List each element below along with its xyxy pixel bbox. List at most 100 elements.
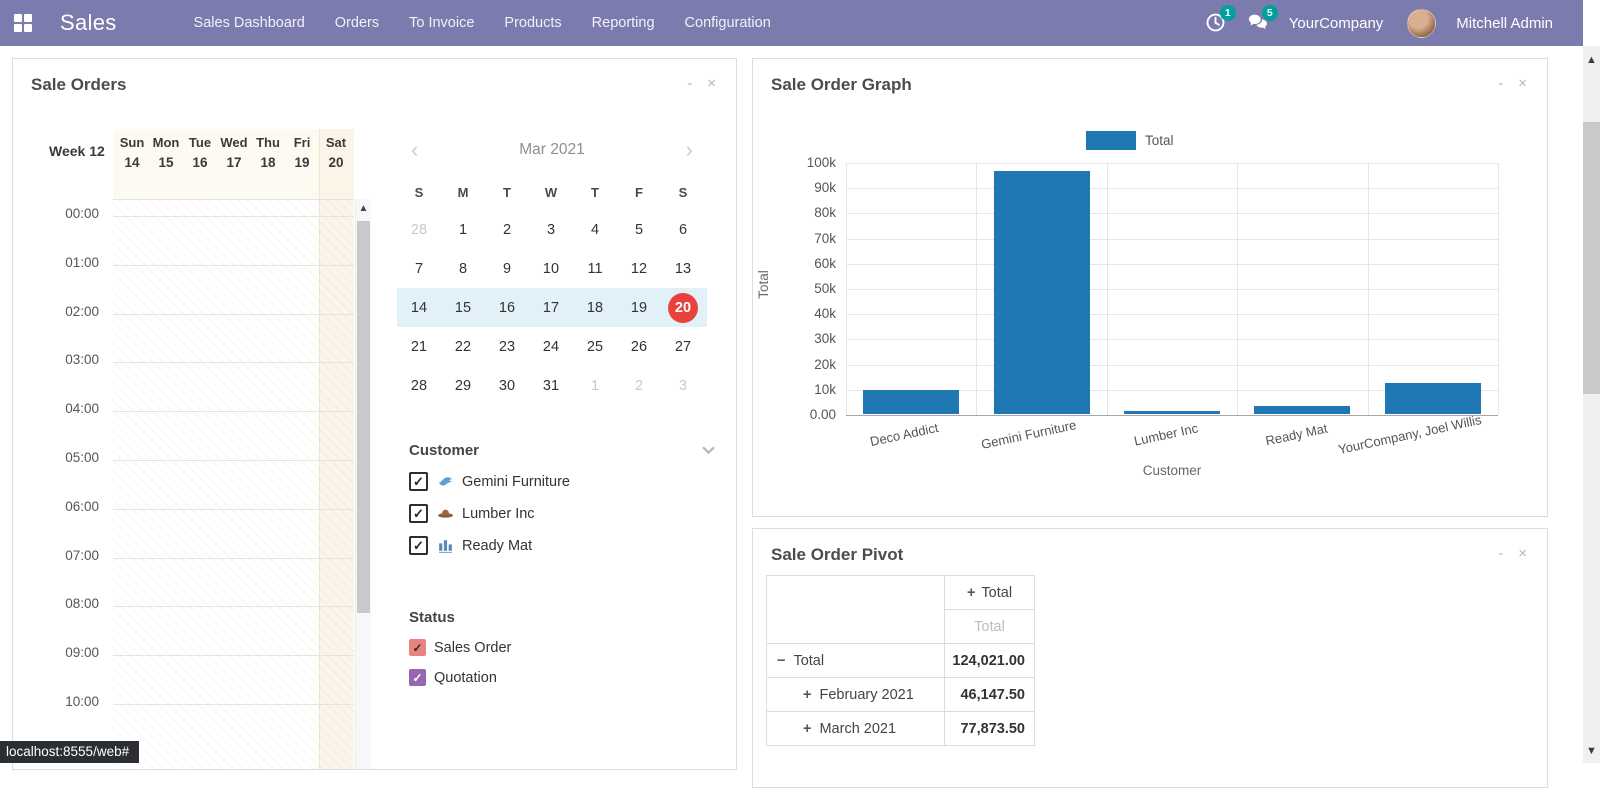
calendar-day-cell[interactable]: 27	[661, 339, 705, 355]
chevron-down-icon[interactable]	[702, 442, 715, 459]
week-day-header[interactable]: Mon15	[149, 135, 183, 170]
calendar-day-cell[interactable]: 2	[485, 222, 529, 238]
calendar-day-cell[interactable]: 30	[485, 378, 529, 394]
calendar-next-icon[interactable]: ›	[686, 140, 693, 160]
calendar-day-cell[interactable]: 18	[573, 300, 617, 316]
calendar-day-cell[interactable]: 16	[485, 300, 529, 316]
nav-menu-item[interactable]: Sales Dashboard	[179, 0, 320, 46]
nav-menu-item[interactable]: To Invoice	[394, 0, 489, 46]
chart-bar[interactable]	[863, 390, 959, 414]
checkbox-checked[interactable]	[409, 472, 428, 491]
scroll-up-icon[interactable]: ▲	[356, 203, 371, 214]
calendar-day-cell[interactable]: 5	[617, 222, 661, 238]
calendar-day-cell[interactable]: 31	[529, 378, 573, 394]
status-filter-item[interactable]: Sales Order	[409, 639, 719, 656]
chart-legend[interactable]: Total	[1086, 131, 1174, 150]
pivot-row-header[interactable]: +February 2021	[767, 678, 945, 712]
customer-filter-item[interactable]: Gemini Furniture	[409, 472, 719, 491]
close-icon[interactable]: ×	[1518, 547, 1527, 561]
checkbox-checked[interactable]	[409, 669, 426, 686]
category-separator	[1237, 163, 1238, 415]
calendar-day-cell[interactable]: 1	[573, 378, 617, 394]
nav-menu-item[interactable]: Products	[489, 0, 576, 46]
week-day-header[interactable]: Fri19	[285, 135, 319, 170]
calendar-day-cell[interactable]: 23	[485, 339, 529, 355]
user-avatar[interactable]	[1407, 9, 1436, 38]
page-scrollbar-thumb[interactable]	[1583, 122, 1600, 394]
checkbox-checked[interactable]	[409, 536, 428, 555]
app-brand[interactable]: Sales	[60, 10, 117, 36]
chart-bar[interactable]	[1124, 411, 1220, 414]
calendar-day-cell[interactable]: 22	[441, 339, 485, 355]
calendar-day-cell[interactable]: 12	[617, 261, 661, 277]
calendar-day-cell[interactable]: 2	[617, 378, 661, 394]
calendar-day-cell[interactable]: 14	[397, 300, 441, 316]
week-day-header[interactable]: Tue16	[183, 135, 217, 170]
checkbox-checked[interactable]	[409, 639, 426, 656]
user-menu[interactable]: Mitchell Admin	[1456, 15, 1553, 32]
calendar-day-cell[interactable]: 8	[441, 261, 485, 277]
time-label: 09:00	[41, 645, 99, 660]
scrollbar-thumb[interactable]	[357, 221, 370, 613]
apps-grid-icon[interactable]	[14, 14, 32, 32]
customer-filter-item[interactable]: Lumber Inc	[409, 504, 719, 523]
calendar-day-cell[interactable]: 28	[397, 222, 441, 238]
calendar-day-cell[interactable]: 6	[661, 222, 705, 238]
chart-bar[interactable]	[994, 171, 1090, 414]
expand-plus-icon[interactable]: +	[967, 585, 975, 601]
calendar-day-cell[interactable]: 10	[529, 261, 573, 277]
minimize-icon[interactable]: -	[687, 77, 692, 91]
calendar-day-cell[interactable]: 15	[441, 300, 485, 316]
checkbox-checked[interactable]	[409, 504, 428, 523]
calendar-day-cell[interactable]: 11	[573, 261, 617, 277]
week-time-grid[interactable]	[113, 199, 354, 769]
calendar-day-cell[interactable]: 26	[617, 339, 661, 355]
calendar-day-cell[interactable]: 17	[529, 300, 573, 316]
customer-filter-item[interactable]: Ready Mat	[409, 536, 719, 555]
calendar-day-cell[interactable]: 4	[573, 222, 617, 238]
expand-plus-icon[interactable]: +	[803, 687, 811, 703]
calendar-day-cell[interactable]: 13	[661, 261, 705, 277]
calendar-prev-icon[interactable]: ‹	[411, 140, 418, 160]
week-day-header[interactable]: Wed17	[217, 135, 251, 170]
calendar-day-cell[interactable]: 1	[441, 222, 485, 238]
nav-menu-item[interactable]: Reporting	[577, 0, 670, 46]
pivot-row-header[interactable]: +March 2021	[767, 712, 945, 746]
calendar-day-cell[interactable]: 9	[485, 261, 529, 277]
status-filter-item[interactable]: Quotation	[409, 669, 719, 686]
close-icon[interactable]: ×	[707, 77, 716, 91]
activity-clock-icon[interactable]: 1	[1205, 12, 1227, 34]
week-view-scrollbar[interactable]: ▲	[355, 199, 371, 769]
calendar-day-cell[interactable]: 3	[661, 378, 705, 394]
close-icon[interactable]: ×	[1518, 77, 1527, 91]
expand-plus-icon[interactable]: +	[803, 721, 811, 737]
minimize-icon[interactable]: -	[1498, 77, 1503, 91]
calendar-day-cell[interactable]: 20	[661, 293, 705, 323]
calendar-day-cell[interactable]: 7	[397, 261, 441, 277]
nav-menu-item[interactable]: Configuration	[670, 0, 786, 46]
chart-bar[interactable]	[1254, 406, 1350, 414]
calendar-day-cell[interactable]: 28	[397, 378, 441, 394]
minimize-icon[interactable]: -	[1498, 547, 1503, 561]
page-scrollbar[interactable]: ▲ ▼	[1583, 46, 1600, 763]
pivot-row-header[interactable]: −Total	[767, 644, 945, 678]
pivot-measure-header[interactable]: Total	[945, 610, 1035, 644]
pivot-column-header[interactable]: +Total	[945, 576, 1035, 610]
calendar-day-cell[interactable]: 3	[529, 222, 573, 238]
calendar-day-cell[interactable]: 29	[441, 378, 485, 394]
week-day-header[interactable]: Sat20	[319, 135, 353, 170]
chart-bar[interactable]	[1385, 383, 1481, 414]
scroll-up-icon[interactable]: ▲	[1583, 54, 1600, 66]
calendar-day-cell[interactable]: 25	[573, 339, 617, 355]
calendar-day-cell[interactable]: 21	[397, 339, 441, 355]
collapse-minus-icon[interactable]: −	[777, 653, 785, 669]
nav-menu-item[interactable]: Orders	[320, 0, 394, 46]
scroll-down-icon[interactable]: ▼	[1583, 745, 1600, 757]
day-name: Sat	[319, 135, 353, 150]
company-menu[interactable]: YourCompany	[1289, 15, 1384, 32]
calendar-day-cell[interactable]: 24	[529, 339, 573, 355]
calendar-day-cell[interactable]: 19	[617, 300, 661, 316]
messages-icon[interactable]: 5	[1247, 12, 1269, 34]
week-day-header[interactable]: Thu18	[251, 135, 285, 170]
week-day-header[interactable]: Sun14	[115, 135, 149, 170]
